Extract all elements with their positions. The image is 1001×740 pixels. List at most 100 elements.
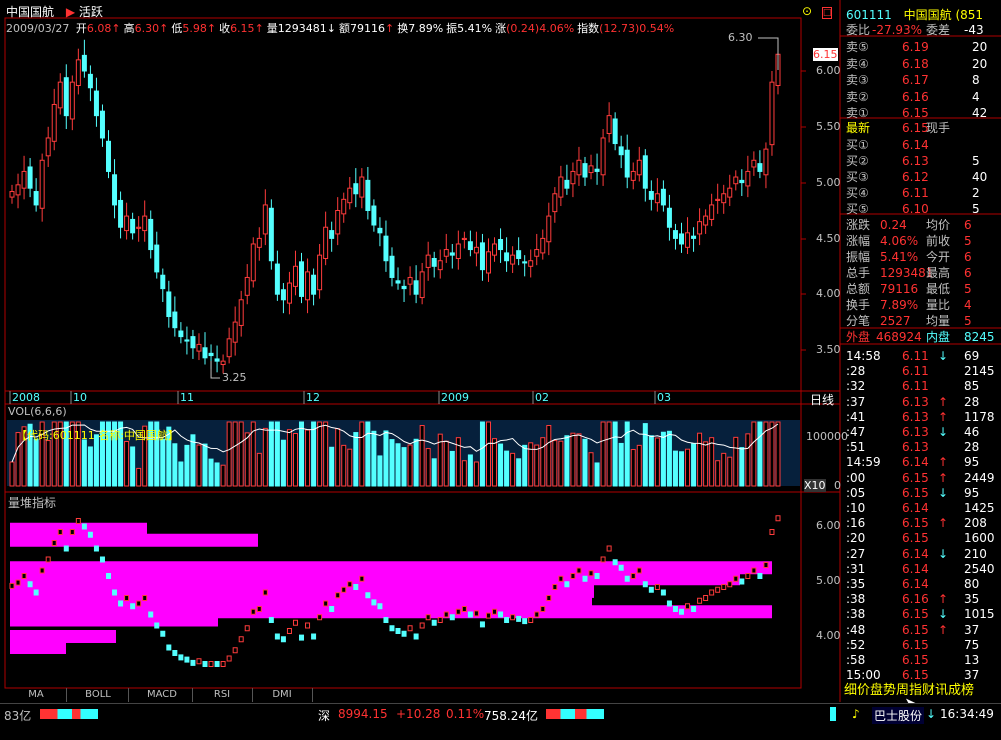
vol-bar — [341, 444, 347, 487]
stat-label: 指数 — [577, 22, 600, 35]
stat-value: 6.15 — [230, 22, 255, 35]
stat-label: 额 — [339, 22, 350, 35]
vol-bar — [745, 433, 751, 487]
tab-ma[interactable]: MA — [6, 688, 67, 702]
stat-label: 换 — [397, 22, 409, 35]
bid-label: 买⑤ — [846, 202, 869, 216]
candle-body — [630, 170, 636, 181]
stack-candle — [570, 573, 576, 579]
tab-rsi[interactable]: RSI — [192, 688, 253, 702]
high-price-label: 6.30 — [728, 31, 753, 44]
tick-row: :16 6.15 ↑ 208 — [846, 515, 1001, 531]
restore-icon[interactable]: □ — [821, 7, 833, 19]
stack-candle — [9, 582, 15, 589]
tick-volume: 37 — [964, 622, 980, 637]
tick-price: 6.14 — [902, 577, 929, 591]
candle-body — [642, 155, 648, 189]
stack-candle — [75, 518, 81, 524]
stack-candle — [528, 617, 534, 623]
vol-bar — [317, 421, 323, 487]
stack-candle — [57, 529, 63, 535]
tick-arrow: ↑ — [938, 409, 949, 424]
stat-value-right: 6 — [964, 218, 972, 232]
stat-0: 开6.08↑ — [76, 22, 121, 35]
zoom-icon[interactable]: ⊙ — [802, 4, 812, 18]
vol-bar — [299, 421, 305, 487]
bid-label: 买④ — [846, 186, 869, 200]
tick-price: 6.13 — [902, 440, 929, 455]
status-meter-right — [546, 709, 604, 719]
stat-arrow: ↑ — [159, 22, 169, 35]
quote-stat-row: 总额 79116 最低 5 — [846, 281, 1001, 297]
candle-body — [299, 261, 305, 297]
stack-candle — [21, 573, 27, 579]
candle-body — [588, 165, 594, 174]
stack-candle — [359, 575, 365, 582]
stack-candle — [485, 612, 491, 619]
vol-bar — [353, 432, 359, 487]
candle-body — [51, 103, 57, 142]
stat-label-right: 量比 — [926, 298, 951, 312]
stack-candle — [99, 556, 105, 563]
stack-candle — [335, 592, 341, 599]
vol-bar — [727, 456, 733, 487]
ask-price: 6.17 — [902, 73, 929, 87]
candle-body — [106, 140, 112, 172]
play-arrow-icon[interactable]: ▶ — [66, 5, 75, 19]
tick-row: :28 6.11 2145 — [846, 363, 1001, 379]
candle-body — [600, 137, 606, 176]
candle-body — [431, 257, 437, 267]
candle-body — [516, 250, 522, 259]
stat-label-right: 均量 — [926, 314, 951, 328]
stock-name[interactable]: 中国国航 — [6, 5, 54, 19]
stack-candle — [419, 622, 425, 629]
tick-row: :37 6.13 ↑ 28 — [846, 394, 1001, 410]
candle-body — [678, 233, 684, 245]
tick-arrow: ↓ — [938, 607, 949, 622]
candle-body — [93, 90, 99, 117]
stack-candle — [238, 636, 244, 643]
stack-candle — [208, 661, 214, 667]
vol-bar — [208, 458, 214, 487]
stat-value-right: 6 — [964, 250, 972, 264]
stack-candle — [166, 644, 172, 651]
stack-candle — [305, 622, 311, 629]
bid-price: 6.12 — [902, 170, 929, 184]
vol-bar — [377, 455, 383, 487]
vol-bar — [329, 446, 335, 487]
tab-boll[interactable]: BOLL — [68, 688, 129, 702]
stack-candle — [81, 523, 87, 530]
candle-body — [317, 254, 323, 291]
stat-value: 5.41% — [457, 22, 493, 35]
candle-body — [45, 137, 51, 157]
ask-volume: 42 — [972, 106, 988, 120]
candle-body — [739, 179, 745, 184]
candle-body — [87, 73, 93, 89]
date-axis-label: 10 — [73, 391, 87, 404]
bid-volume: 5 — [972, 202, 980, 216]
speaker-icon[interactable]: ♪ — [852, 707, 860, 721]
candle-body — [691, 235, 697, 239]
tick-row: :32 6.11 85 — [846, 378, 1001, 394]
candle-body — [142, 215, 148, 232]
down-arrow-icon[interactable]: ↓ — [926, 707, 936, 721]
stack-candle — [467, 611, 473, 618]
status-ticker[interactable]: 巴士股份 — [872, 707, 925, 724]
stat-value-left: 79116 — [880, 282, 919, 296]
candle-body — [751, 159, 757, 168]
stack-candle — [473, 610, 479, 617]
candle-body — [280, 289, 286, 301]
stat-label-left: 总手 — [846, 266, 871, 280]
stack-candle — [534, 611, 540, 618]
tick-price: 6.15 — [902, 622, 929, 637]
stack-candle — [455, 608, 461, 615]
candle-body — [208, 352, 214, 357]
candle-body — [226, 338, 232, 358]
tick-row: :38 6.15 ↓ 1015 — [846, 606, 1001, 622]
candle-body — [618, 146, 624, 156]
vol-bar — [178, 461, 184, 487]
tab-dmi[interactable]: DMI — [252, 688, 313, 702]
candle-body — [220, 360, 226, 366]
tab-macd[interactable]: MACD — [132, 688, 193, 702]
status-bar-icon — [830, 707, 836, 721]
